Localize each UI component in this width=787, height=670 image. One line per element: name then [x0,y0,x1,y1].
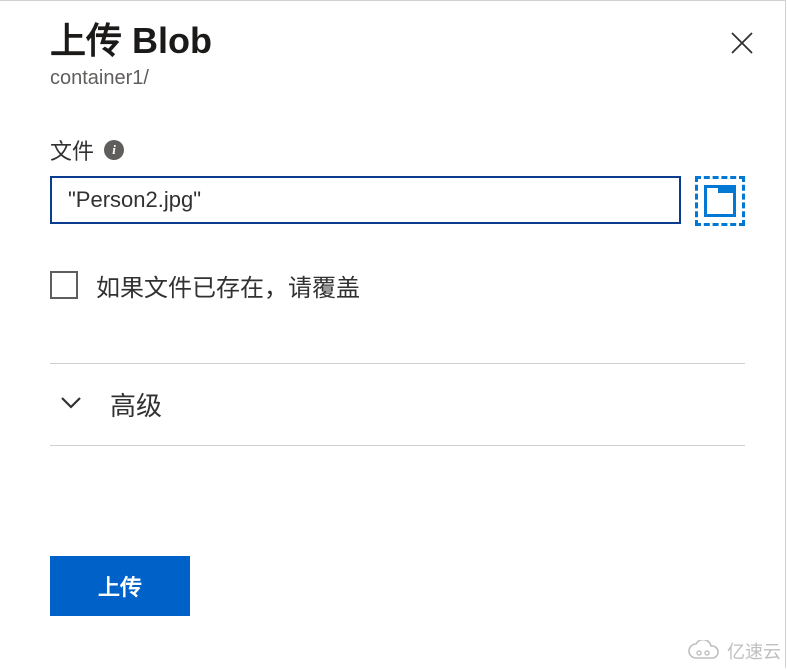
overwrite-checkbox[interactable] [50,271,78,299]
close-icon [729,27,755,63]
browse-button[interactable] [695,176,745,226]
file-label-row: 文件 i [50,134,745,166]
file-input[interactable] [50,176,681,224]
info-icon[interactable]: i [104,140,124,160]
panel-subtitle: container1/ [50,67,212,90]
upload-button[interactable]: 上传 [50,556,190,616]
title-block: 上传 Blob container1/ [50,21,212,90]
overwrite-label: 如果文件已存在，请覆盖 [96,268,360,303]
upload-blob-panel: 上传 Blob container1/ 文件 i 如果文件已存在，请覆盖 高级 [0,0,786,668]
overwrite-row: 如果文件已存在，请覆盖 [50,268,745,303]
close-button[interactable] [729,29,755,61]
advanced-toggle[interactable]: 高级 [50,363,745,446]
panel-title: 上传 Blob [50,21,212,61]
file-label: 文件 [50,134,94,166]
panel-header: 上传 Blob container1/ [50,21,745,90]
folder-icon [704,185,736,217]
chevron-down-icon [60,395,82,414]
advanced-label: 高级 [110,386,162,423]
file-input-row [50,176,745,226]
file-field-block: 文件 i [50,134,745,226]
